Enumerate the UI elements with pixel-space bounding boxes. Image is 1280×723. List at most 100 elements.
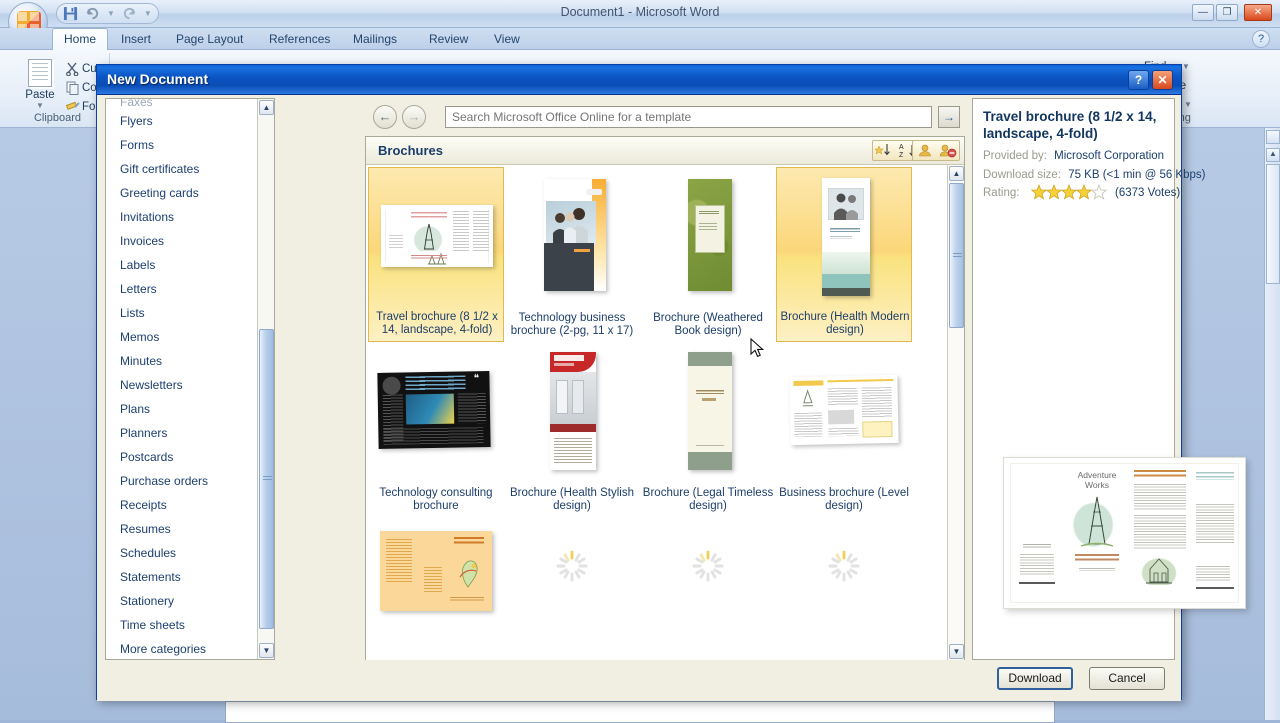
filter-provider-icon[interactable] — [937, 142, 957, 159]
undo-icon[interactable] — [85, 6, 100, 21]
categories-list: Faxes Flyers Forms Gift certificates Gre… — [106, 99, 259, 659]
category-item-clipped[interactable]: Faxes — [106, 99, 259, 109]
dialog-title: New Document — [107, 71, 208, 87]
save-icon[interactable] — [63, 6, 78, 21]
preview-provided-by-row: Provided by: Microsoft Corporation — [983, 150, 1164, 162]
template-label: Brochure (Health Modern design) — [779, 311, 911, 337]
template-preview-panel: Travel brochure (8 1/2 x 14, landscape, … — [972, 98, 1175, 660]
template-label: Business brochure (Level design) — [778, 487, 910, 513]
category-item-planners[interactable]: Planners — [106, 421, 259, 445]
category-item-letters[interactable]: Letters — [106, 277, 259, 301]
category-item-invoices[interactable]: Invoices — [106, 229, 259, 253]
tab-home[interactable]: Home — [52, 28, 108, 50]
template-thumbnail-loading — [776, 521, 912, 649]
back-arrow-icon[interactable]: ← — [373, 105, 397, 129]
tab-review[interactable]: Review — [418, 28, 479, 50]
categories-scroll-up-button[interactable]: ▲ — [259, 100, 274, 115]
tab-mailings[interactable]: Mailings — [342, 28, 408, 50]
template-tile-legal-timeless[interactable]: Brochure (Legal Timeless design) — [640, 342, 776, 517]
category-item-labels[interactable]: Labels — [106, 253, 259, 277]
categories-scrollbar[interactable]: ▲ ▼ — [257, 99, 274, 659]
template-tile-business-level[interactable]: Business brochure (Level design) — [776, 342, 912, 517]
document-scroll-thumb[interactable] — [1266, 164, 1280, 284]
customize-qat-icon[interactable]: ▼ — [144, 9, 152, 18]
rating-stars[interactable] — [1031, 184, 1109, 203]
template-thumbnail-loading — [640, 521, 776, 649]
category-item-plans[interactable]: Plans — [106, 397, 259, 421]
tab-insert[interactable]: Insert — [110, 28, 162, 50]
dialog-help-button[interactable]: ? — [1128, 70, 1149, 90]
categories-scroll-down-button[interactable]: ▼ — [259, 643, 274, 658]
clipboard-group-label: Clipboard — [6, 112, 109, 124]
show-provider-icon[interactable] — [915, 142, 935, 159]
template-tile-business-marketing[interactable]: Business marketing — [776, 517, 912, 660]
category-item-schedules[interactable]: Schedules — [106, 541, 259, 565]
scissors-icon[interactable] — [66, 62, 80, 76]
results-scroll-thumb[interactable] — [949, 183, 964, 328]
tab-page-layout[interactable]: Page Layout — [165, 28, 254, 50]
window-restore-button[interactable]: ❐ — [1216, 4, 1238, 21]
template-tile-business-brochure[interactable]: Business brochure (8 1/2 — [368, 517, 504, 660]
dialog-footer: Download Cancel — [97, 661, 1181, 701]
results-scroll-up-button[interactable]: ▲ — [949, 166, 964, 181]
scroll-up-button[interactable]: ▲ — [1266, 148, 1280, 162]
window-close-button[interactable]: ✕ — [1244, 4, 1272, 21]
cancel-button[interactable]: Cancel — [1089, 667, 1165, 690]
sort-by-rating-icon[interactable] — [875, 142, 895, 159]
template-tile-health-stylish[interactable]: Brochure (Health Stylish design) — [504, 342, 640, 517]
template-tile-travel-brochure[interactable]: Travel brochure (8 1/2 x 14, landscape, … — [368, 167, 504, 342]
template-tile-professional-services[interactable]: Professional services — [640, 517, 776, 660]
category-item-statements[interactable]: Statements — [106, 565, 259, 589]
template-tile-weathered-book[interactable]: Brochure (Weathered Book design) — [640, 167, 776, 342]
loading-spinner-icon — [691, 549, 725, 583]
find-dropdown-icon[interactable]: ▼ — [1182, 62, 1190, 71]
provided-by-label: Provided by: — [983, 150, 1047, 162]
document-vertical-scrollbar[interactable]: ▲ — [1264, 128, 1280, 720]
category-item-gift-certificates[interactable]: Gift certificates — [106, 157, 259, 181]
category-item-lists[interactable]: Lists — [106, 301, 259, 325]
category-item-memos[interactable]: Memos — [106, 325, 259, 349]
category-item-resumes[interactable]: Resumes — [106, 517, 259, 541]
download-button[interactable]: Download — [997, 667, 1073, 690]
category-item-invitations[interactable]: Invitations — [106, 205, 259, 229]
template-tile-technology-business[interactable]: Technology business brochure (2-pg, 11 x… — [504, 167, 640, 342]
tab-references[interactable]: References — [258, 28, 341, 50]
category-item-newsletters[interactable]: Newsletters — [106, 373, 259, 397]
category-item-minutes[interactable]: Minutes — [106, 349, 259, 373]
select-dropdown-icon[interactable]: ▼ — [1184, 100, 1192, 109]
category-item-more-categories[interactable]: More categories — [106, 637, 259, 659]
results-scrollbar[interactable]: ▲ ▼ — [947, 165, 964, 660]
template-tile-health-modern[interactable]: Brochure (Health Modern design) — [776, 167, 912, 342]
category-item-receipts[interactable]: Receipts — [106, 493, 259, 517]
tab-view[interactable]: View — [483, 28, 531, 50]
window-minimize-button[interactable]: — — [1192, 4, 1214, 21]
categories-scroll-thumb[interactable] — [259, 329, 274, 629]
dialog-body: Faxes Flyers Forms Gift certificates Gre… — [97, 95, 1181, 701]
category-item-purchase-orders[interactable]: Purchase orders — [106, 469, 259, 493]
redo-icon[interactable] — [122, 6, 137, 21]
template-label: Technology consulting brochure — [370, 487, 502, 513]
mouse-cursor — [750, 338, 764, 358]
category-item-stationery[interactable]: Stationery — [106, 589, 259, 613]
template-tile-event-marketing[interactable]: Event marketing — [504, 517, 640, 660]
category-item-postcards[interactable]: Postcards — [106, 445, 259, 469]
copy-icon[interactable] — [66, 81, 80, 95]
category-item-flyers[interactable]: Flyers — [106, 109, 259, 133]
category-item-time-sheets[interactable]: Time sheets — [106, 613, 259, 637]
category-item-greeting-cards[interactable]: Greeting cards — [106, 181, 259, 205]
preview-rating-row: Rating: — [983, 187, 1019, 199]
forward-arrow-icon[interactable]: → — [402, 105, 426, 129]
search-go-button[interactable]: → — [938, 106, 960, 128]
results-scroll-down-button[interactable]: ▼ — [949, 644, 964, 659]
template-thumbnail-healthstylish — [504, 346, 640, 474]
category-item-forms[interactable]: Forms — [106, 133, 259, 157]
help-icon[interactable]: ? — [1252, 30, 1270, 48]
search-input[interactable] — [445, 106, 932, 128]
word-title-bar: Document1 - Microsoft Word — ❐ ✕ — [0, 0, 1280, 28]
template-thumbnail-bizbrochure — [368, 521, 504, 649]
template-tile-technology-consulting[interactable]: ❝ Technology consulting brochure — [368, 342, 504, 517]
undo-dropdown-icon[interactable]: ▼ — [107, 9, 115, 18]
select-browse-object-icon[interactable] — [1266, 130, 1280, 144]
paste-button[interactable]: Paste ▼ — [20, 59, 60, 111]
dialog-close-button[interactable]: ✕ — [1152, 70, 1173, 90]
